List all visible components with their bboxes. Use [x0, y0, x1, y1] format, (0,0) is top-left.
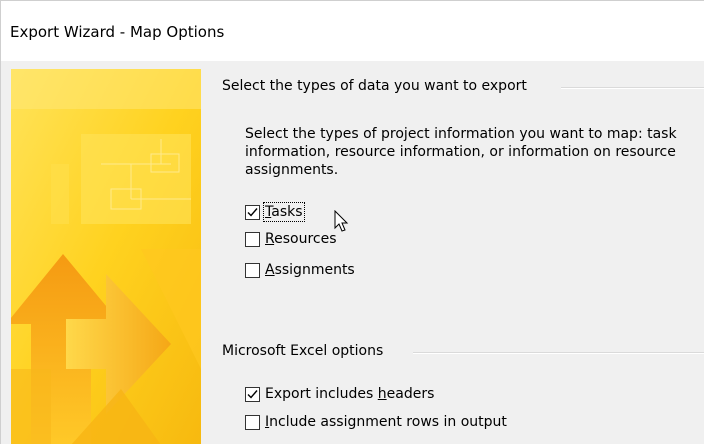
- resources-checkbox-box[interactable]: [245, 231, 260, 247]
- wizard-banner-graphic: [11, 69, 201, 444]
- assignments-label: Assignments: [265, 262, 355, 278]
- data-types-group-label: Select the types of data you want to exp…: [222, 78, 533, 94]
- mouse-pointer-icon: [334, 210, 349, 232]
- checkmark-icon: [247, 207, 258, 217]
- resources-label: Resources: [265, 231, 337, 247]
- resources-checkbox[interactable]: Resources: [245, 229, 337, 249]
- export-headers-label: Export includes headers: [265, 386, 435, 402]
- group-divider: [413, 352, 704, 354]
- include-assignment-rows-checkbox-box[interactable]: [245, 414, 260, 430]
- include-assignment-rows-checkbox[interactable]: Include assignment rows in output: [245, 412, 507, 432]
- assignments-checkbox-box[interactable]: [245, 262, 260, 278]
- group-divider: [561, 87, 704, 89]
- include-assignment-rows-label: Include assignment rows in output: [265, 414, 507, 430]
- export-wizard-window: Export Wizard - Map Options Select the t…: [0, 0, 704, 444]
- tasks-checkbox-box[interactable]: [245, 204, 260, 220]
- export-headers-checkbox-box[interactable]: [245, 386, 260, 402]
- tasks-checkbox[interactable]: Tasks: [245, 202, 305, 222]
- assignments-checkbox[interactable]: Assignments: [245, 260, 355, 280]
- dialog-body: Select the types of data you want to exp…: [1, 61, 704, 444]
- checkmark-icon: [247, 389, 258, 399]
- export-headers-checkbox[interactable]: Export includes headers: [245, 384, 434, 404]
- excel-options-group-label: Microsoft Excel options: [222, 343, 390, 359]
- data-types-description: Select the types of project information …: [245, 126, 677, 178]
- tasks-label: Tasks: [263, 202, 305, 222]
- title-bar: Export Wizard - Map Options: [1, 1, 704, 61]
- window-title: Export Wizard - Map Options: [10, 23, 225, 41]
